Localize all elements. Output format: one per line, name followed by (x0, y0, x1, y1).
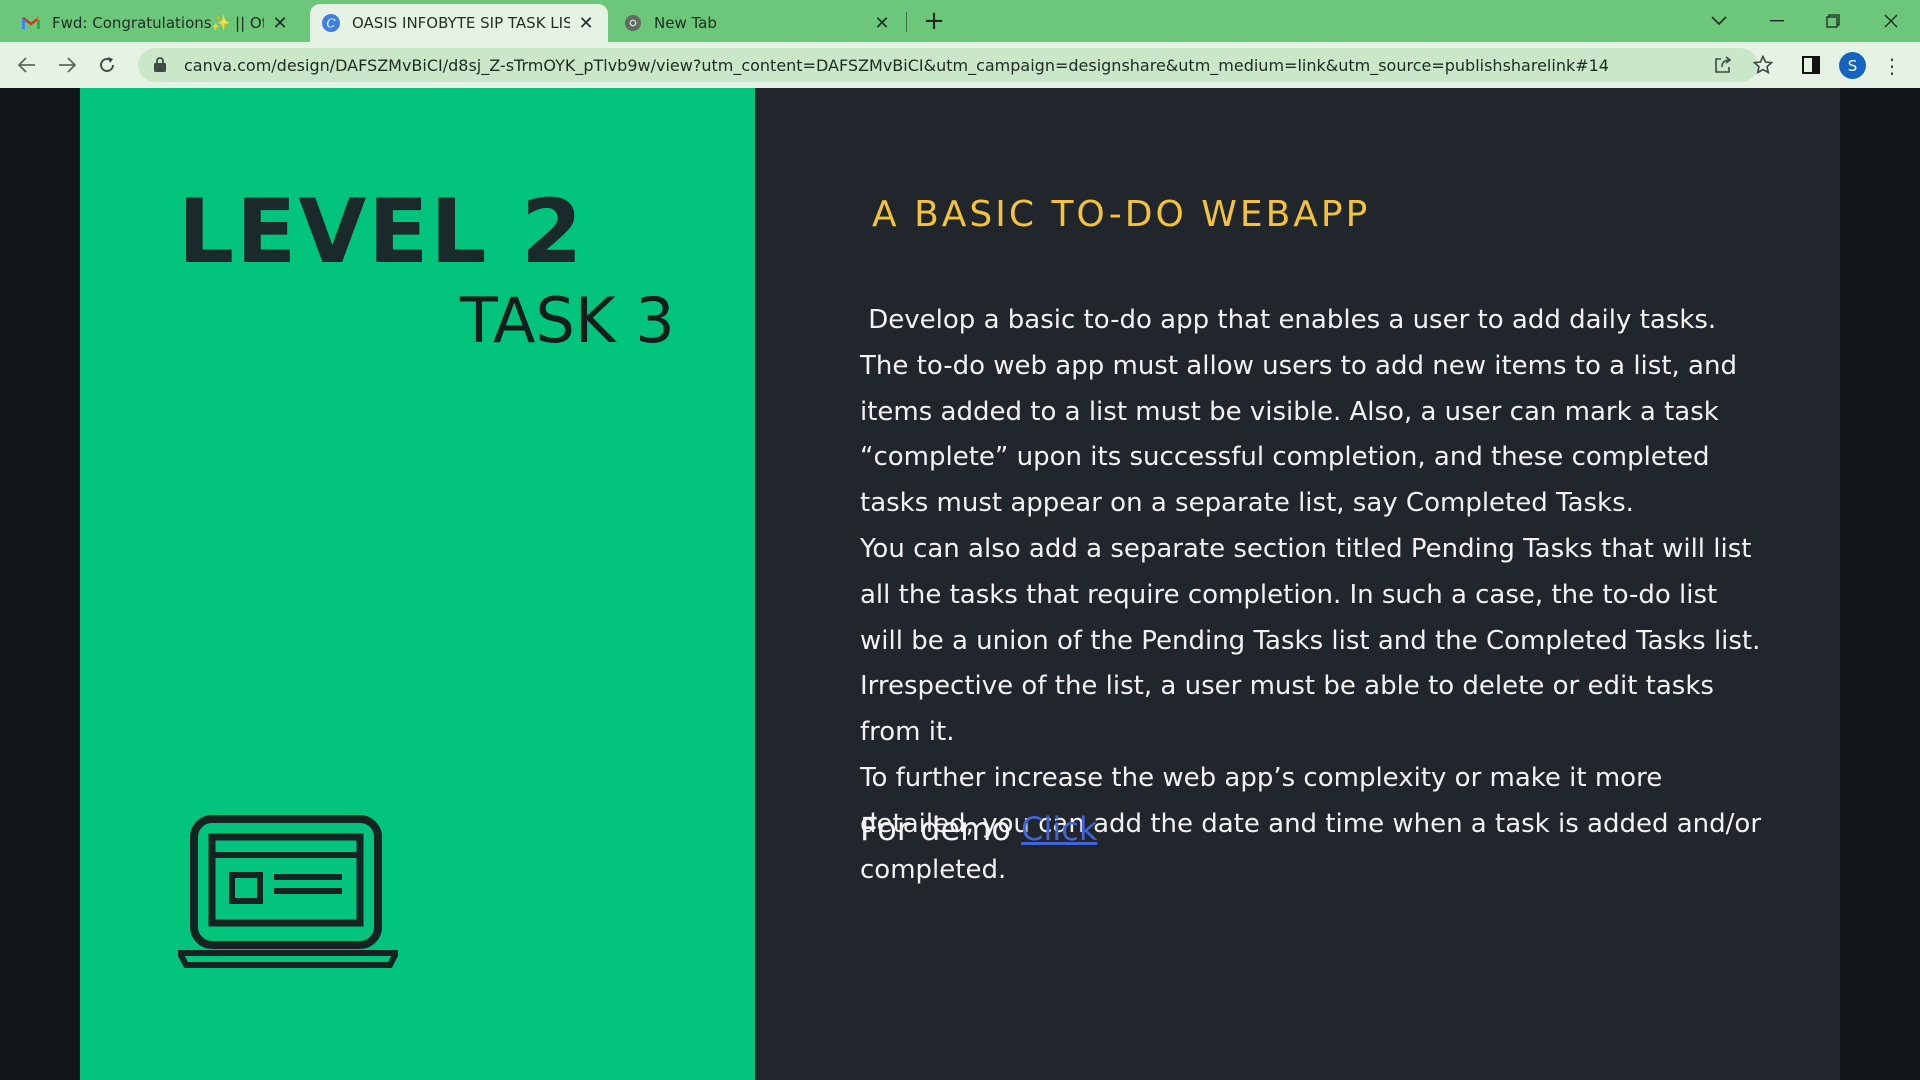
forward-arrow-icon[interactable] (52, 50, 82, 80)
level-title: LEVEL 2 (178, 180, 585, 283)
canva-icon: C (322, 14, 340, 32)
tab-gmail[interactable]: Fwd: Congratulations✨ || Offer L ✕ (10, 4, 302, 42)
url-text: canva.com/design/DAFSZMvBiCI/d8sj_Z-sTrm… (184, 55, 1609, 75)
slide-heading: A BASIC TO-DO WEBAPP (872, 194, 1371, 235)
side-panel-icon[interactable] (1796, 50, 1826, 80)
demo-prefix: For demo (860, 810, 1022, 848)
laptop-icon (175, 815, 401, 971)
task-title: TASK 3 (460, 284, 675, 357)
address-bar[interactable]: canva.com/design/DAFSZMvBiCI/d8sj_Z-sTrm… (138, 48, 1758, 82)
minimize-icon[interactable] (1760, 6, 1794, 36)
back-arrow-icon[interactable] (12, 50, 42, 80)
demo-link[interactable]: Click (1021, 810, 1097, 848)
close-icon[interactable]: ✕ (576, 13, 596, 34)
reload-icon[interactable] (92, 50, 122, 80)
close-window-icon[interactable] (1874, 6, 1908, 36)
canva-viewer: LEVEL 2 TASK 3 A BASIC TO-DO WEBAPP Deve… (0, 88, 1920, 1080)
close-icon[interactable]: ✕ (270, 13, 290, 34)
tab-title: New Tab (654, 14, 717, 32)
tab-bar: Fwd: Congratulations✨ || Offer L ✕ C OAS… (0, 0, 1920, 42)
more-menu-icon[interactable]: ⋮ (1880, 52, 1904, 80)
lock-icon (154, 57, 168, 73)
browser-toolbar: canva.com/design/DAFSZMvBiCI/d8sj_Z-sTrm… (0, 42, 1920, 88)
close-icon[interactable]: ✕ (872, 13, 892, 34)
restore-icon[interactable] (1816, 6, 1850, 36)
description-paragraph: You can also add a separate section titl… (860, 533, 1761, 748)
description-paragraph: The to-do web app must allow users to ad… (860, 350, 1737, 519)
tab-title: Fwd: Congratulations✨ || Offer L (52, 14, 264, 32)
svg-text:C: C (326, 17, 335, 31)
profile-avatar[interactable]: S (1839, 52, 1866, 79)
tab-new-tab[interactable]: New Tab ✕ (612, 4, 904, 42)
new-tab-button[interactable]: + (920, 8, 948, 36)
demo-line: For demo Click (860, 810, 1097, 848)
gmail-icon (22, 14, 40, 32)
chrome-icon (624, 14, 642, 32)
tab-title: OASIS INFOBYTE SIP TASK LIST (352, 14, 570, 32)
star-bookmark-icon[interactable] (1748, 50, 1778, 80)
share-icon[interactable] (1708, 50, 1738, 80)
task-description: Develop a basic to-do app that enables a… (860, 298, 1765, 893)
description-paragraph: Develop a basic to-do app that enables a… (860, 305, 1717, 335)
tab-separator (906, 12, 907, 32)
tab-search-icon[interactable] (1702, 6, 1736, 36)
tab-oasis-infobyte[interactable]: C OASIS INFOBYTE SIP TASK LIST ✕ (310, 4, 608, 42)
